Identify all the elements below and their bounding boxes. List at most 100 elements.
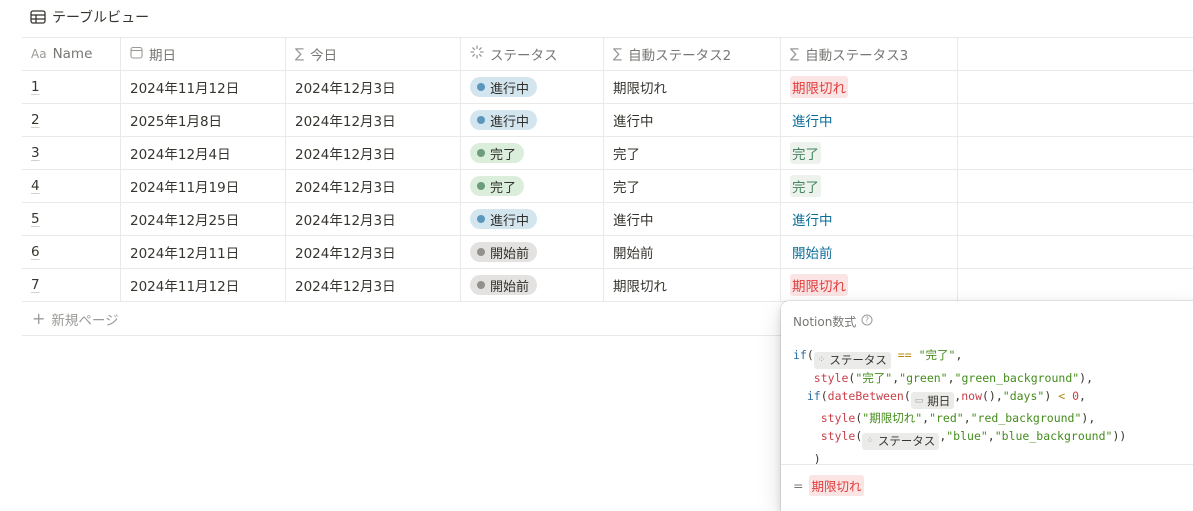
question-circle-icon[interactable]: ? (861, 314, 873, 329)
view-title: テーブルビュー (52, 10, 150, 26)
column-header-label: Name (52, 46, 93, 62)
cell-auto-status-2[interactable]: 期限切れ (604, 269, 781, 301)
table-header-row: Aa Name 期日 ∑ 今日 ステータス ∑ 自動ステータス2 ∑ 自動ステー… (22, 37, 1193, 71)
formula-code[interactable]: if(⁘ ステータス == "完了", style("完了","green","g… (793, 346, 1126, 468)
cell-status[interactable]: 完了 (461, 170, 604, 202)
table-row[interactable]: 7 2024年11月12日 2024年12月3日 開始前 期限切れ 期限切れ (22, 269, 1193, 302)
auto-status-2-value: 完了 (613, 147, 640, 163)
status-badge[interactable]: 進行中 (470, 110, 538, 130)
cell-status[interactable]: 開始前 (461, 236, 604, 268)
status-label: 開始前 (490, 279, 530, 295)
cell-auto-status-2[interactable]: 開始前 (604, 236, 781, 268)
row-name[interactable]: 1 (31, 79, 40, 95)
cell-due[interactable]: 2024年12月11日 (121, 236, 286, 268)
cell-due[interactable]: 2024年11月19日 (121, 170, 286, 202)
sigma-icon: ∑ (790, 46, 800, 62)
status-spinner-icon (470, 45, 484, 63)
row-name[interactable]: 2 (31, 112, 40, 128)
cell-status[interactable]: 完了 (461, 137, 604, 169)
status-label: 完了 (490, 180, 517, 196)
today-value: 2024年12月3日 (295, 81, 396, 97)
cell-auto-status-2[interactable]: 完了 (604, 137, 781, 169)
column-header-due[interactable]: 期日 (121, 38, 286, 70)
row-name[interactable]: 4 (31, 178, 40, 194)
status-dot (477, 83, 485, 91)
column-header-label: 自動ステータス2 (628, 48, 732, 64)
cell-name[interactable]: 4 (22, 170, 121, 202)
status-badge[interactable]: 開始前 (470, 275, 538, 295)
cell-name[interactable]: 5 (22, 203, 121, 235)
cell-today[interactable]: 2024年12月3日 (286, 236, 461, 268)
status-badge[interactable]: 開始前 (470, 242, 538, 262)
cell-status[interactable]: 開始前 (461, 269, 604, 301)
cell-name[interactable]: 2 (22, 104, 121, 136)
cell-today[interactable]: 2024年12月3日 (286, 269, 461, 301)
cell-auto-status-3[interactable]: 完了 (781, 170, 958, 202)
row-name[interactable]: 7 (31, 277, 40, 293)
table-row[interactable]: 6 2024年12月11日 2024年12月3日 開始前 開始前 開始前 (22, 236, 1193, 269)
cell-auto-status-2[interactable]: 進行中 (604, 203, 781, 235)
cell-auto-status-2[interactable]: 完了 (604, 170, 781, 202)
status-dot (477, 149, 485, 157)
cell-auto-status-3[interactable]: 期限切れ (781, 71, 958, 103)
cell-name[interactable]: 6 (22, 236, 121, 268)
formula-result: = 期限切れ (793, 475, 864, 496)
result-equals: = (793, 478, 804, 493)
plus-icon: + (32, 308, 46, 328)
auto-status-3-value: 完了 (790, 175, 821, 197)
cell-name[interactable]: 7 (22, 269, 121, 301)
cell-due[interactable]: 2024年11月12日 (121, 269, 286, 301)
cell-auto-status-3[interactable]: 期限切れ (781, 269, 958, 301)
cell-due[interactable]: 2024年11月12日 (121, 71, 286, 103)
auto-status-2-value: 進行中 (613, 213, 654, 229)
cell-due[interactable]: 2025年1月8日 (121, 104, 286, 136)
status-badge[interactable]: 進行中 (470, 209, 538, 229)
today-value: 2024年12月3日 (295, 147, 396, 163)
row-name[interactable]: 3 (31, 145, 40, 161)
due-date: 2024年12月25日 (130, 213, 240, 229)
cell-auto-status-3[interactable]: 完了 (781, 137, 958, 169)
cell-today[interactable]: 2024年12月3日 (286, 71, 461, 103)
cell-auto-status-3[interactable]: 開始前 (781, 236, 958, 268)
cell-today[interactable]: 2024年12月3日 (286, 104, 461, 136)
column-header-today[interactable]: ∑ 今日 (286, 38, 461, 70)
auto-status-3-value: 進行中 (792, 213, 833, 229)
status-property-token: ⁘ ステータス (813, 351, 891, 369)
today-value: 2024年12月3日 (295, 180, 396, 196)
cell-today[interactable]: 2024年12月3日 (286, 137, 461, 169)
status-spinner-icon: ⁘ (817, 355, 826, 365)
row-name[interactable]: 5 (31, 211, 40, 227)
row-name[interactable]: 6 (31, 244, 40, 260)
status-badge[interactable]: 進行中 (470, 77, 538, 97)
status-badge[interactable]: 完了 (470, 143, 525, 163)
column-header-status[interactable]: ステータス (461, 38, 604, 70)
table-row[interactable]: 3 2024年12月4日 2024年12月3日 完了 完了 完了 (22, 137, 1193, 170)
cell-name[interactable]: 3 (22, 137, 121, 169)
table-row[interactable]: 2 2025年1月8日 2024年12月3日 進行中 進行中 進行中 (22, 104, 1193, 137)
result-value: 期限切れ (809, 475, 864, 496)
table-row[interactable]: 1 2024年11月12日 2024年12月3日 進行中 期限切れ 期限切れ (22, 71, 1193, 104)
auto-status-3-value: 完了 (790, 142, 821, 164)
cell-today[interactable]: 2024年12月3日 (286, 203, 461, 235)
column-header-name[interactable]: Aa Name (22, 38, 121, 70)
cell-due[interactable]: 2024年12月25日 (121, 203, 286, 235)
cell-auto-status-2[interactable]: 進行中 (604, 104, 781, 136)
due-property-token: ▭ 期日 (910, 392, 955, 409)
table-row[interactable]: 5 2024年12月25日 2024年12月3日 進行中 進行中 進行中 (22, 203, 1193, 236)
cell-auto-status-3[interactable]: 進行中 (781, 203, 958, 235)
cell-status[interactable]: 進行中 (461, 203, 604, 235)
cell-auto-status-3[interactable]: 進行中 (781, 104, 958, 136)
status-badge[interactable]: 完了 (470, 176, 525, 196)
table-row[interactable]: 4 2024年11月19日 2024年12月3日 完了 完了 完了 (22, 170, 1193, 203)
cell-due[interactable]: 2024年12月4日 (121, 137, 286, 169)
view-tab[interactable]: テーブルビュー (30, 6, 149, 28)
new-page-button[interactable]: + 新規ページ (22, 302, 782, 336)
column-header-auto-status-2[interactable]: ∑ 自動ステータス2 (604, 38, 781, 70)
cell-auto-status-2[interactable]: 期限切れ (604, 71, 781, 103)
cell-status[interactable]: 進行中 (461, 104, 604, 136)
cell-name[interactable]: 1 (22, 71, 121, 103)
column-header-auto-status-3[interactable]: ∑ 自動ステータス3 (781, 38, 958, 70)
cell-status[interactable]: 進行中 (461, 71, 604, 103)
cell-today[interactable]: 2024年12月3日 (286, 170, 461, 202)
due-date: 2024年11月19日 (130, 180, 240, 196)
